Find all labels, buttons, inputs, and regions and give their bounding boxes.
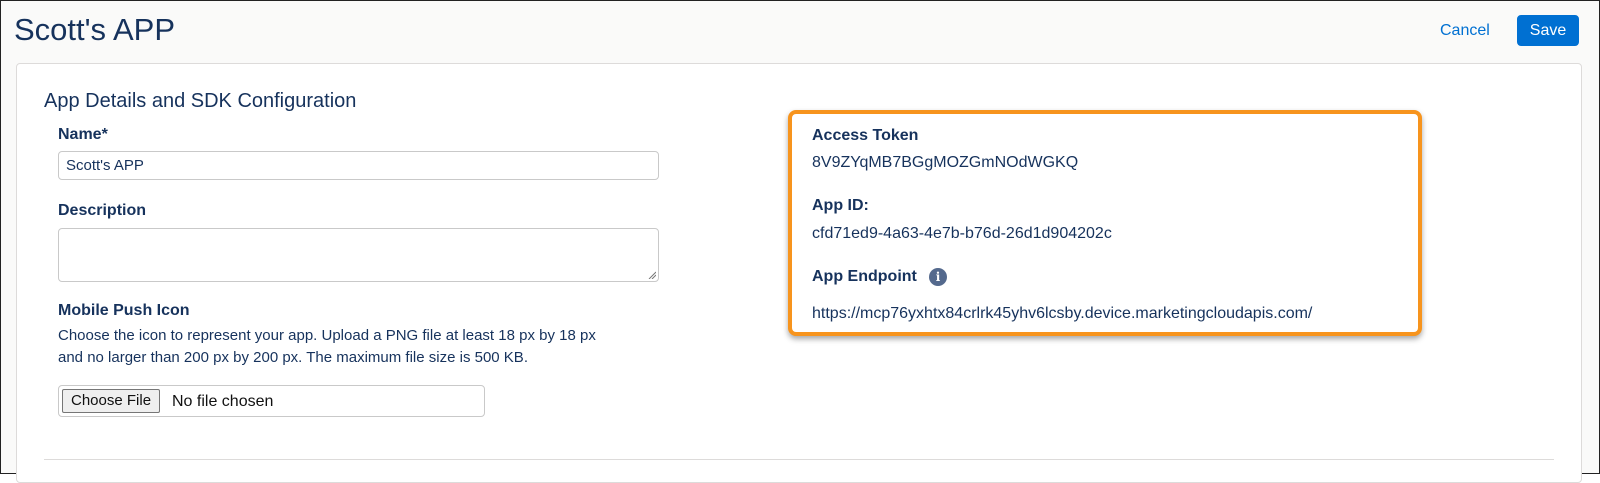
app-id-value: cfd71ed9-4a63-4e7b-b76d-26d1d904202c [812, 225, 1112, 242]
app-endpoint-value: https://mcp76yxhtx84crlrk45yhv6lcsby.dev… [812, 305, 1313, 322]
app-endpoint-label: App Endpoint [812, 268, 917, 285]
page-title: Scott's APP [14, 12, 175, 47]
name-input[interactable]: Scott's APP [58, 151, 659, 180]
no-file-status: No file chosen [172, 393, 274, 410]
description-label: Description [58, 202, 147, 219]
mobile-push-icon-label: Mobile Push Icon [58, 302, 190, 319]
push-icon-help-text: Choose the icon to represent your app. U… [58, 325, 698, 369]
section-title: App Details and SDK Configuration [44, 90, 357, 112]
description-textarea[interactable] [58, 228, 659, 282]
access-token-value: 8V9ZYqMB7BGgMOZGmNOdWGKQ [812, 154, 1079, 171]
choose-file-button[interactable]: Choose File [62, 389, 161, 413]
app-id-label: App ID: [812, 197, 869, 214]
help-text-line-1: Choose the icon to represent your app. U… [58, 327, 596, 344]
resize-handle-icon[interactable] [648, 271, 656, 279]
file-upload-field: Choose File No file chosen [58, 385, 485, 417]
section-divider [44, 459, 1554, 460]
name-label: Name* [58, 126, 108, 143]
info-icon[interactable]: i [929, 268, 947, 286]
help-text-line-2: and no larger than 200 px by 200 px. The… [58, 349, 528, 366]
access-token-label: Access Token [812, 127, 919, 144]
save-button[interactable]: Save [1517, 15, 1579, 46]
cancel-button[interactable]: Cancel [1440, 20, 1490, 42]
